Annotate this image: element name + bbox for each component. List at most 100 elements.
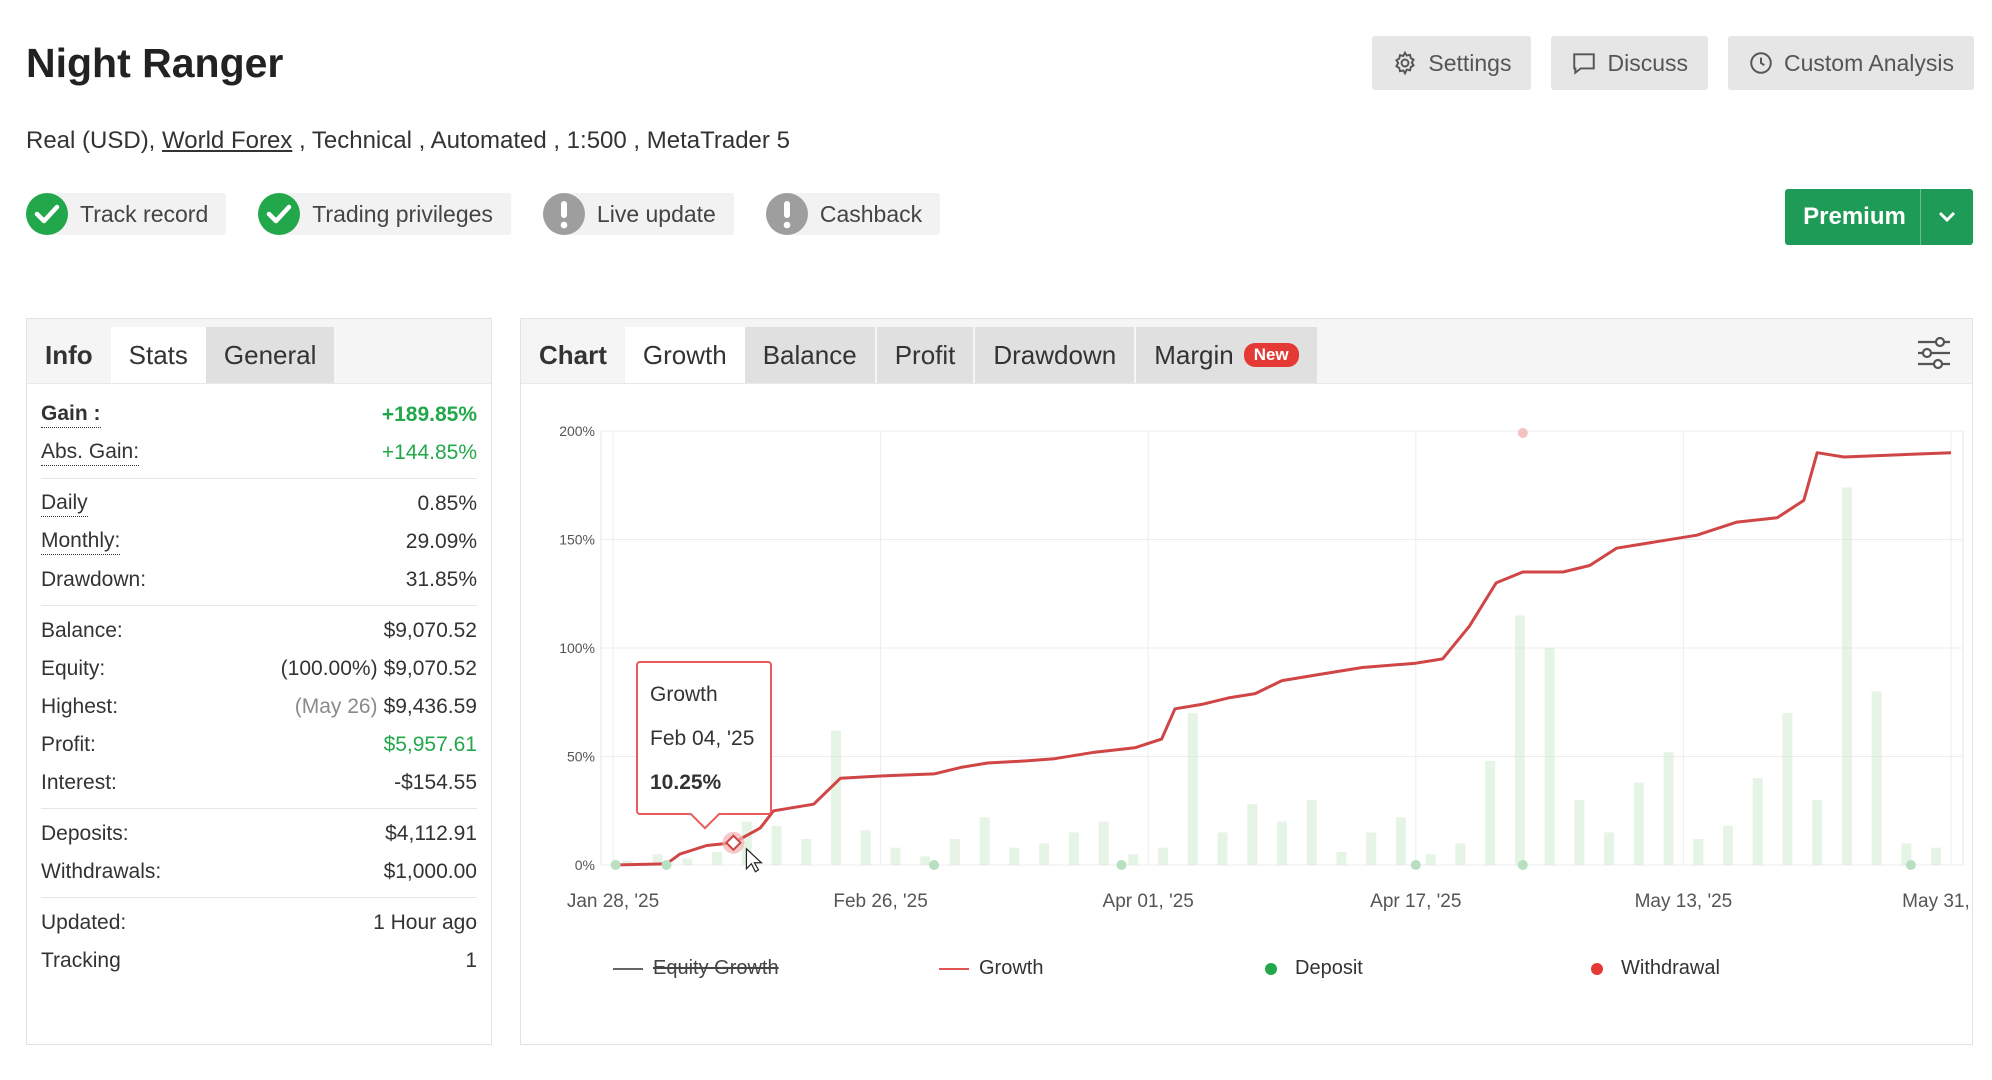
legend-label: Growth bbox=[979, 957, 1044, 979]
legend-deposit[interactable]: Deposit bbox=[1265, 957, 1591, 980]
x-tick-label: May 13, '25 bbox=[1635, 891, 1733, 912]
volume-bar bbox=[682, 858, 693, 865]
tooltip-date: Feb 04, '25 bbox=[650, 727, 755, 750]
y-tick-label: 100% bbox=[559, 640, 595, 656]
discuss-button[interactable]: Discuss bbox=[1551, 36, 1708, 90]
settings-label: Settings bbox=[1428, 49, 1512, 76]
y-tick-label: 200% bbox=[559, 423, 595, 439]
badge-trading-privileges[interactable]: Trading privileges bbox=[258, 193, 511, 235]
deposit-marker bbox=[1410, 860, 1421, 870]
tab-balance[interactable]: Balance bbox=[744, 327, 875, 383]
settings-button[interactable]: Settings bbox=[1372, 36, 1532, 90]
withdrawal-marker bbox=[1517, 428, 1528, 438]
stat-gain: Gain : +189.85% bbox=[41, 396, 477, 434]
y-tick-label: 0% bbox=[575, 857, 595, 873]
tooltip-title: Growth bbox=[650, 683, 718, 706]
volume-bar bbox=[1395, 817, 1406, 865]
volume-bar bbox=[1931, 847, 1942, 865]
stat-value: +144.85% bbox=[381, 441, 477, 464]
chart-tabs: Chart Growth Balance Profit Drawdown Mar… bbox=[521, 319, 1972, 384]
gear-icon bbox=[1395, 50, 1416, 76]
volume-bar bbox=[1604, 832, 1615, 865]
volume-bar bbox=[1723, 825, 1733, 865]
stat-label[interactable]: Daily bbox=[41, 491, 88, 517]
legend-dot bbox=[1591, 962, 1603, 975]
stat-value-group: (100.00%) $9,070.52 bbox=[281, 657, 477, 681]
volume-bar bbox=[1544, 648, 1555, 865]
volume-bar bbox=[1306, 799, 1317, 865]
volume-bar bbox=[1633, 782, 1644, 865]
stat-value: 31.85% bbox=[405, 568, 477, 591]
volume-bar bbox=[1247, 804, 1258, 865]
chevron-down-icon bbox=[1938, 211, 1956, 223]
stat-drawdown: Drawdown: 31.85% bbox=[41, 561, 477, 599]
stat-label[interactable]: Monthly: bbox=[41, 529, 121, 555]
deposit-marker bbox=[929, 860, 940, 870]
stat-value: +189.85% bbox=[381, 403, 477, 426]
deposit-marker bbox=[1116, 860, 1127, 870]
top-actions: Settings Discuss Custom Analysis bbox=[1372, 36, 1974, 90]
stat-withdrawals: Withdrawals: $1,000.00 bbox=[41, 853, 477, 891]
legend-withdrawal[interactable]: Withdrawal bbox=[1591, 957, 1917, 980]
account-subtitle: Real (USD), World Forex , Technical , Au… bbox=[26, 127, 790, 155]
custom-analysis-button[interactable]: Custom Analysis bbox=[1727, 36, 1974, 90]
stat-deposits: Deposits: $4,112.91 bbox=[41, 815, 477, 853]
badge-cashback[interactable]: Cashback bbox=[765, 193, 941, 235]
stat-label: Balance: bbox=[41, 619, 123, 642]
stat-label: Highest: bbox=[41, 695, 119, 718]
stat-label: Equity: bbox=[41, 657, 106, 680]
stat-label: Tracking bbox=[41, 949, 121, 972]
volume-bar bbox=[1366, 832, 1377, 865]
stat-label[interactable]: Abs. Gain: bbox=[41, 440, 140, 466]
x-tick-label: Feb 26, '25 bbox=[833, 891, 927, 912]
volume-bar bbox=[1217, 832, 1228, 865]
tab-general[interactable]: General bbox=[205, 327, 335, 383]
stats-panel: Info Stats General Gain : +189.85% Abs. G… bbox=[26, 318, 492, 1045]
stat-label: Profit: bbox=[41, 733, 96, 756]
volume-bar bbox=[949, 838, 960, 865]
stat-abs-gain: Abs. Gain: +144.85% bbox=[41, 434, 477, 472]
custom-analysis-label: Custom Analysis bbox=[1783, 49, 1954, 76]
legend-equity-growth[interactable]: Equity Growth bbox=[613, 957, 939, 980]
premium-dropdown[interactable] bbox=[1920, 189, 1973, 245]
stat-value: 0.85% bbox=[417, 492, 477, 515]
tab-drawdown[interactable]: Drawdown bbox=[975, 327, 1135, 383]
volume-bar bbox=[1485, 760, 1496, 865]
check-circle-icon bbox=[26, 193, 68, 235]
tab-growth[interactable]: Growth bbox=[624, 327, 745, 383]
stat-note: (100.00%) bbox=[280, 657, 378, 680]
account-type: Real (USD), bbox=[26, 127, 156, 154]
legend-growth[interactable]: Growth bbox=[939, 957, 1265, 980]
y-tick-label: 150% bbox=[559, 532, 595, 548]
legend-label: Deposit bbox=[1295, 957, 1363, 979]
volume-bar bbox=[1009, 847, 1020, 865]
premium-button[interactable]: Premium bbox=[1785, 189, 1973, 245]
volume-bar bbox=[1039, 843, 1050, 865]
stat-label: Deposits: bbox=[41, 822, 129, 845]
badge-track-record[interactable]: Track record bbox=[26, 193, 227, 235]
growth-line bbox=[612, 451, 1952, 867]
tab-margin[interactable]: Margin New bbox=[1136, 327, 1317, 383]
stat-value: $5,957.61 bbox=[383, 733, 477, 756]
tab-stats[interactable]: Stats bbox=[110, 327, 206, 383]
deposit-marker bbox=[1905, 860, 1916, 870]
stat-value: 29.09% bbox=[405, 530, 477, 553]
badge-label: Trading privileges bbox=[312, 200, 493, 227]
tab-info[interactable]: Info bbox=[27, 327, 111, 383]
check-circle-icon bbox=[258, 193, 301, 235]
volume-bar bbox=[1425, 854, 1436, 865]
x-tick-label: May 31, '25 bbox=[1902, 891, 1974, 912]
stat-value: -$154.55 bbox=[394, 771, 477, 794]
chart-settings-icon[interactable] bbox=[1914, 333, 1954, 373]
tab-profit[interactable]: Profit bbox=[876, 327, 974, 383]
stat-daily: Daily 0.85% bbox=[41, 485, 477, 523]
exclamation-circle-icon bbox=[542, 193, 585, 235]
legend-label: Equity Growth bbox=[653, 957, 779, 979]
badge-live-update[interactable]: Live update bbox=[542, 193, 734, 235]
stat-monthly: Monthly: 29.09% bbox=[41, 523, 477, 561]
broker-link[interactable]: World Forex bbox=[162, 127, 292, 154]
discuss-label: Discuss bbox=[1607, 49, 1688, 76]
stat-label: Drawdown: bbox=[41, 568, 147, 591]
volume-bar bbox=[1514, 615, 1525, 865]
stat-label[interactable]: Gain : bbox=[41, 402, 101, 428]
